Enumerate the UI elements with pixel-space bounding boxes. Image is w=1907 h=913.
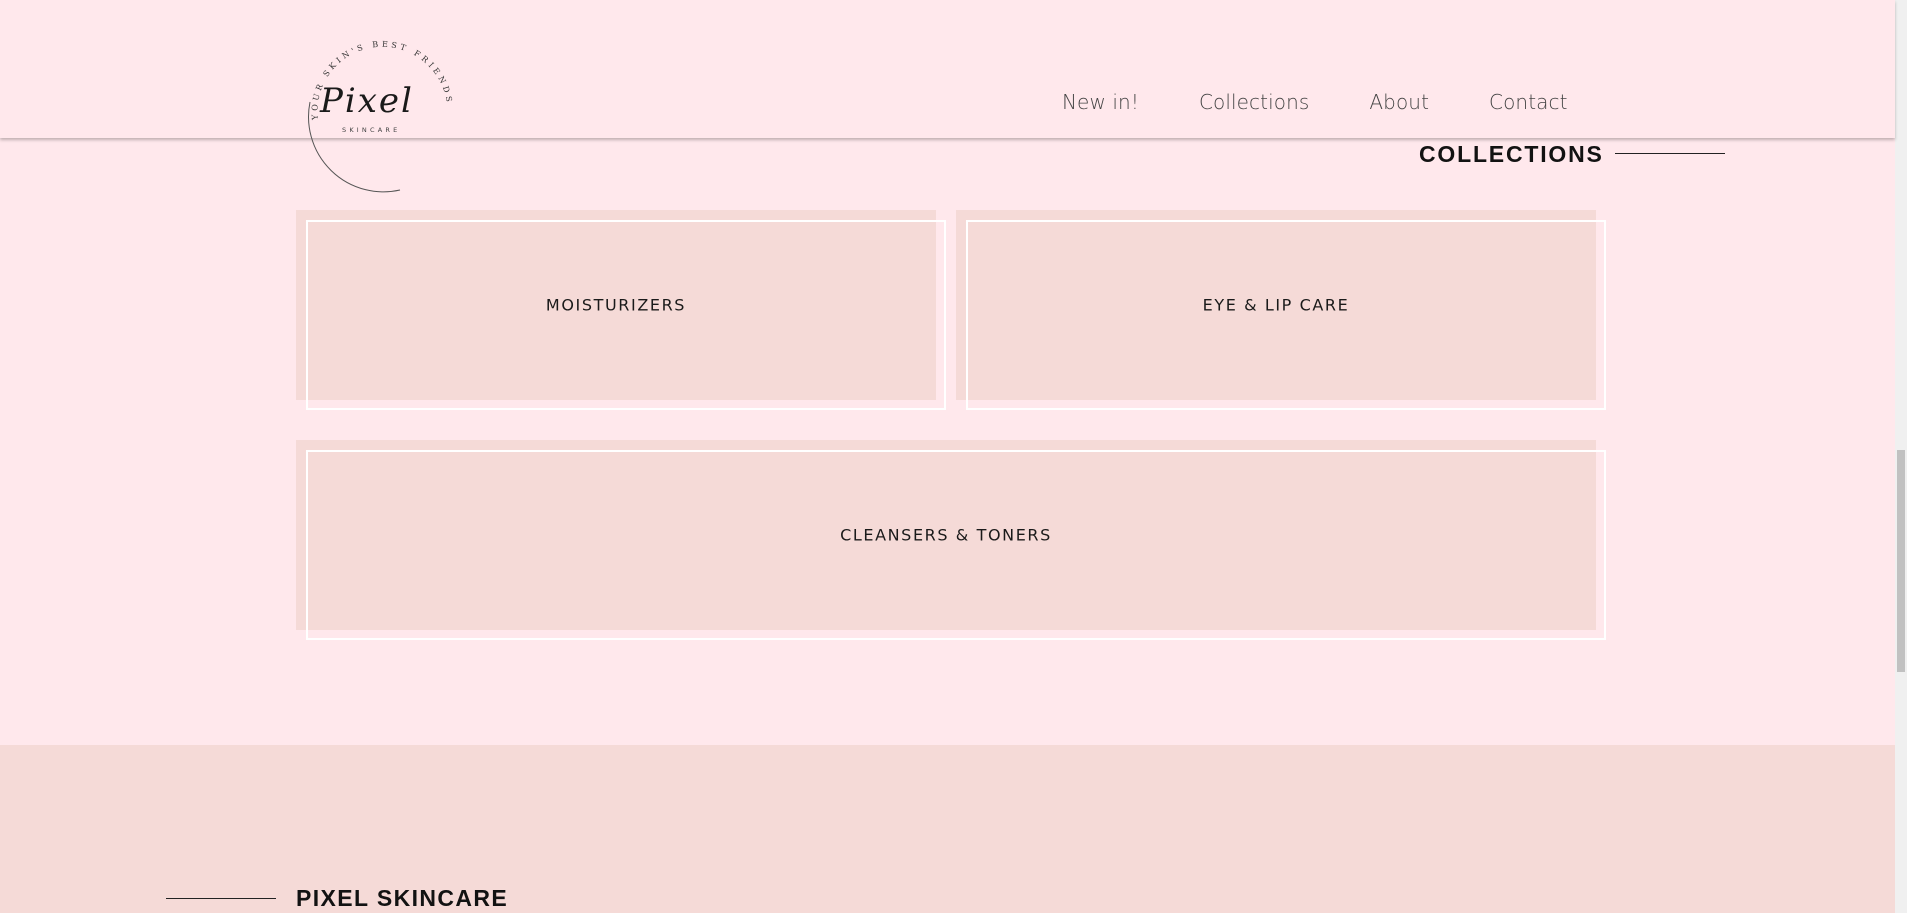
svg-text:SKINCARE: SKINCARE (342, 126, 400, 134)
nav-new-in[interactable]: New in! (1062, 90, 1139, 114)
card-label: EYE & LIP CARE (1202, 295, 1350, 315)
logo-emblem-icon: YOUR SKIN'S BEST FRIENDS Pixel SKINCARE (308, 40, 451, 193)
card-frame (306, 220, 946, 410)
nav-about[interactable]: About (1369, 90, 1429, 114)
card-frame (966, 220, 1606, 410)
card-label: CLEANSERS & TONERS (840, 525, 1052, 545)
main-nav: New in! Collections About Contact (1062, 90, 1568, 114)
nav-collections[interactable]: Collections (1199, 90, 1309, 114)
page: YOUR SKIN'S BEST FRIENDS Pixel SKINCARE … (0, 0, 1907, 913)
scrollbar-thumb[interactable] (1897, 450, 1905, 672)
nav-contact[interactable]: Contact (1489, 90, 1568, 114)
collection-card-cleansers-toners[interactable]: CLEANSERS & TONERS (296, 440, 1606, 640)
footer-section: PIXEL SKINCARE (0, 745, 1895, 913)
page-scrollbar[interactable] (1895, 0, 1907, 913)
footer-divider (166, 898, 276, 899)
collection-card-moisturizers[interactable]: MOISTURIZERS (296, 210, 946, 410)
heading-divider (1615, 153, 1725, 154)
card-label: MOISTURIZERS (545, 295, 687, 315)
card-frame (306, 450, 1606, 640)
collections-heading: COLLECTIONS (1419, 141, 1604, 167)
site-header (0, 0, 1895, 138)
brand-logo[interactable]: YOUR SKIN'S BEST FRIENDS Pixel SKINCARE (290, 20, 480, 195)
svg-text:Pixel: Pixel (319, 81, 414, 121)
collection-card-eye-lip-care[interactable]: EYE & LIP CARE (956, 210, 1606, 410)
footer-brand-title: PIXEL SKINCARE (296, 885, 509, 911)
